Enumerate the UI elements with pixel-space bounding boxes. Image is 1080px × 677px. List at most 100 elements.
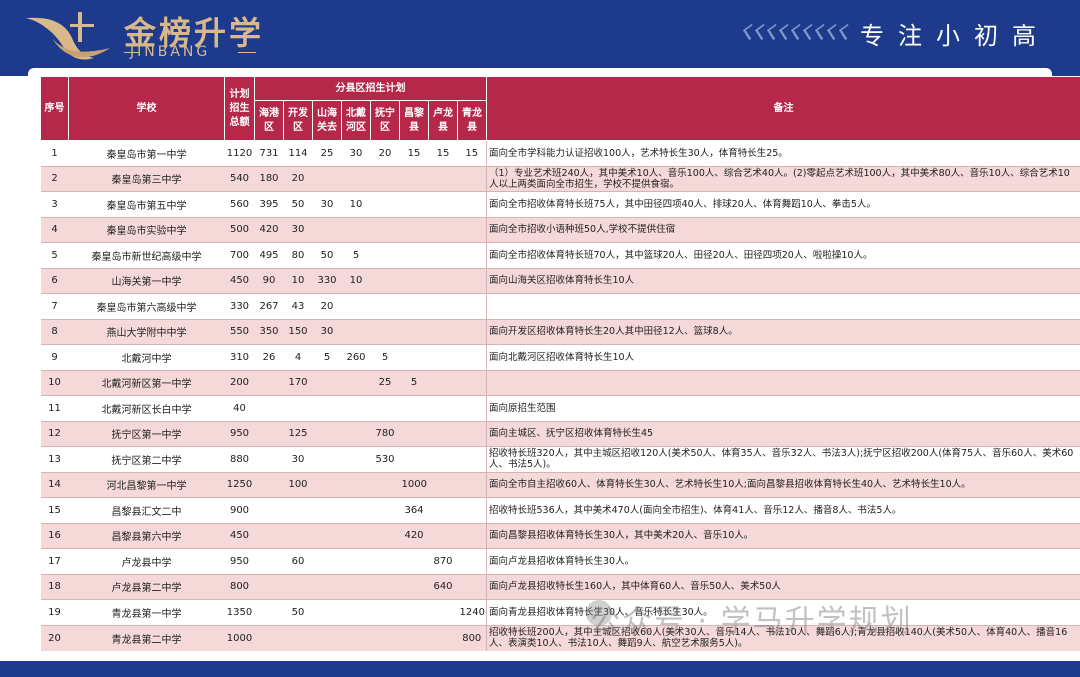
cell-district: 170 <box>283 369 313 396</box>
cell-total: 40 <box>224 395 255 421</box>
cell-remark: 面向山海关区招收体育特长生10人 <box>486 267 1080 294</box>
cell-district: 25 <box>312 140 342 166</box>
cell-district: 330 <box>312 267 342 294</box>
cell-district: 60 <box>283 548 313 574</box>
cell-district <box>428 216 458 243</box>
cell-district <box>370 267 400 294</box>
cell-district: 10 <box>341 267 371 294</box>
district-header-0: 海港区 <box>254 100 284 141</box>
cell-district <box>283 395 313 421</box>
col-remark-header: 备注 <box>486 76 1080 141</box>
col-seq-header: 序号 <box>40 76 69 141</box>
cell-district <box>312 573 342 600</box>
cell-total: 330 <box>224 293 255 319</box>
table-row: 13 抚宁区第二中学 880 30 530 招收特长班320人，其中主城区招收120人(美… <box>40 446 1080 472</box>
cell-district: 420 <box>399 522 429 549</box>
cell-district: 100 <box>283 471 313 498</box>
cell-school: 昌黎县第六中学 <box>68 522 225 549</box>
cell-district: 640 <box>428 573 458 600</box>
cell-seq: 4 <box>40 216 69 243</box>
table-row: 17 卢龙县中学 950 60 870 面向卢龙县招收体育特长生30人。 <box>40 548 1080 574</box>
cell-district: 26 <box>254 344 284 370</box>
cell-district: 80 <box>283 242 313 268</box>
cell-school: 青龙县第二中学 <box>68 624 225 651</box>
cell-district: 30 <box>341 140 371 166</box>
cell-seq: 2 <box>40 165 69 192</box>
cell-district <box>399 216 429 243</box>
table-row: 10 北戴河新区第一中学 200 170 25 5 <box>40 369 1080 396</box>
cell-district: 43 <box>283 293 313 319</box>
cell-district <box>457 369 487 396</box>
cell-seq: 10 <box>40 369 69 396</box>
cell-school: 北戴河中学 <box>68 344 225 370</box>
cell-district <box>399 344 429 370</box>
cell-district <box>283 624 313 651</box>
cell-district: 10 <box>341 191 371 217</box>
cell-district <box>399 573 429 600</box>
top-banner: 金榜升学 JINBANG 专注小初高 <box>0 0 1080 76</box>
cell-district <box>457 344 487 370</box>
cell-district: 395 <box>254 191 284 217</box>
cell-district: 50 <box>283 191 313 217</box>
cell-district: 5 <box>312 344 342 370</box>
cell-remark: 面向昌黎县招收体育特长生30人，其中美术20人、音乐10人。 <box>486 522 1080 549</box>
logo-english-name: JINBANG <box>130 44 211 60</box>
cell-district <box>341 446 371 472</box>
cell-district <box>312 446 342 472</box>
table-row: 2 秦皇岛第三中学 540 180 20 （1）专业艺术班240人，其中美术10人、音乐1… <box>40 165 1080 192</box>
cell-remark: 面向卢龙县招收体育特长生30人。 <box>486 548 1080 574</box>
cell-district <box>370 318 400 345</box>
cell-district <box>254 369 284 396</box>
cell-district <box>254 599 284 625</box>
cell-school: 河北昌黎第一中学 <box>68 471 225 498</box>
cell-district: 30 <box>283 216 313 243</box>
cell-district <box>370 293 400 319</box>
cell-district: 4 <box>283 344 313 370</box>
cell-district <box>399 165 429 192</box>
table-row: 3 秦皇岛市第五中学 560 395 50 30 10 面向全市招收体育特长班75人，其中田径… <box>40 191 1080 217</box>
cell-district <box>457 216 487 243</box>
district-header-3: 北戴河区 <box>341 100 371 141</box>
district-header-4: 抚宁区 <box>370 100 400 141</box>
cell-district: 260 <box>341 344 371 370</box>
cell-district <box>254 471 284 498</box>
cell-seq: 19 <box>40 599 69 625</box>
cell-district <box>254 548 284 574</box>
cell-district <box>341 573 371 600</box>
cell-district <box>312 369 342 396</box>
cell-seq: 11 <box>40 395 69 421</box>
cell-district <box>370 165 400 192</box>
cell-district: 30 <box>312 191 342 217</box>
cell-district <box>370 548 400 574</box>
cell-district: 90 <box>254 267 284 294</box>
cell-district <box>428 446 458 472</box>
cell-total: 500 <box>224 216 255 243</box>
cell-district <box>457 242 487 268</box>
cell-seq: 12 <box>40 420 69 447</box>
cell-district: 20 <box>370 140 400 166</box>
cell-district <box>312 420 342 447</box>
cell-school: 青龙县第一中学 <box>68 599 225 625</box>
cell-district <box>428 420 458 447</box>
cell-seq: 15 <box>40 497 69 523</box>
cell-district: 420 <box>254 216 284 243</box>
cell-district <box>428 165 458 192</box>
cell-district <box>312 548 342 574</box>
cell-district <box>457 573 487 600</box>
cell-remark: 面向主城区、抚宁区招收体育特长生45 <box>486 420 1080 447</box>
cell-total: 450 <box>224 522 255 549</box>
cell-seq: 20 <box>40 624 69 651</box>
cell-seq: 5 <box>40 242 69 268</box>
cell-total: 540 <box>224 165 255 192</box>
cell-district <box>312 497 342 523</box>
cell-district <box>399 446 429 472</box>
cell-seq: 8 <box>40 318 69 345</box>
cell-district <box>370 191 400 217</box>
cell-district <box>399 293 429 319</box>
cell-district <box>370 242 400 268</box>
cell-district <box>312 216 342 243</box>
cell-district <box>370 522 400 549</box>
cell-district <box>457 395 487 421</box>
cell-district: 20 <box>283 165 313 192</box>
cell-seq: 18 <box>40 573 69 600</box>
